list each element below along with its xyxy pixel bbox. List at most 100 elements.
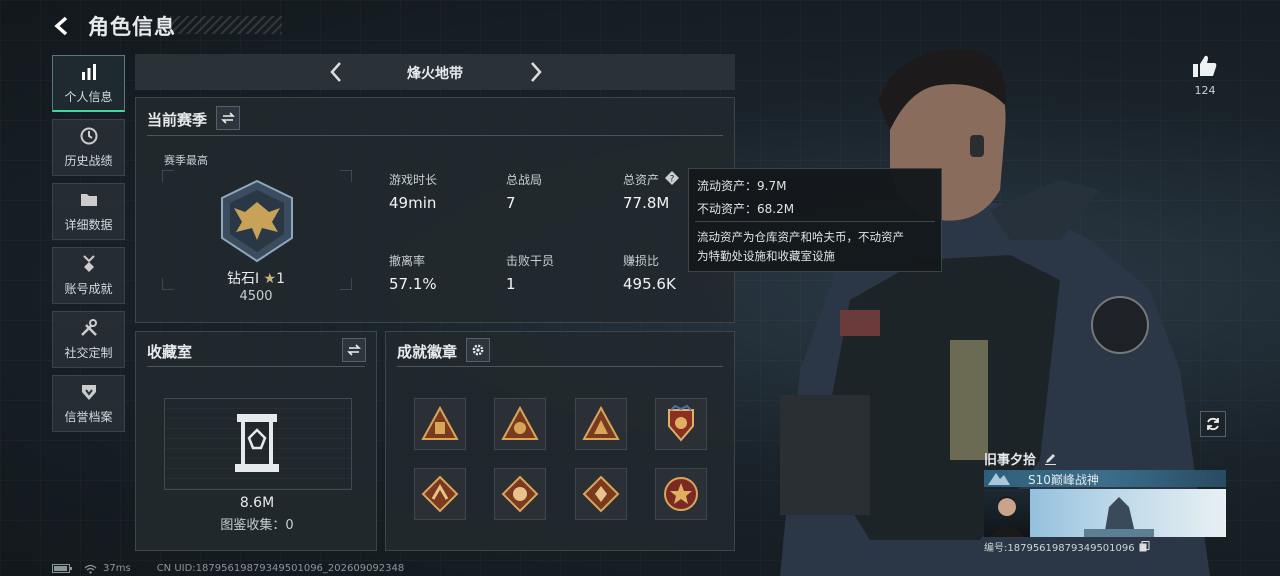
like-count: 124 — [1194, 84, 1216, 97]
nav-label: 详细数据 — [64, 218, 113, 232]
stat-value: 77.8M — [623, 194, 670, 212]
nav-label: 账号成就 — [64, 282, 113, 296]
season-panel: 当前赛季 赛季最高 钻石I ★1 4500 游戏时长 49min 总战局 7 总… — [135, 97, 735, 323]
rank-stars: 1 — [276, 271, 286, 287]
nav-label: 信誉档案 — [64, 410, 113, 424]
collection-panel: 收藏室 8.6M 图鉴收集：0 — [135, 331, 377, 551]
mode-tab-bar: 烽火地带 — [135, 54, 735, 90]
divider — [147, 135, 723, 136]
nav-item-social[interactable]: 社交定制 — [52, 311, 125, 368]
diamond-badge-icon — [582, 475, 620, 513]
diamond-rank-emblem-icon — [221, 179, 293, 263]
stat-value: 495.6K — [623, 275, 676, 293]
stat-label: 击败干员 — [506, 254, 555, 268]
nav-item-credit[interactable]: 信誉档案 — [52, 375, 125, 432]
help-icon[interactable]: ? — [664, 170, 680, 186]
tooltip-fixed: 不动资产：68.2M — [697, 202, 795, 216]
page-title: 角色信息 — [88, 15, 176, 39]
profile-id-row: 编号:18795619879349501096 — [984, 539, 1150, 554]
season-switch-button[interactable] — [216, 106, 240, 130]
namecard-art — [1084, 497, 1154, 537]
tooltip-note-line1: 流动资产为仓库资产和哈夫币，不动资产 — [697, 230, 904, 244]
refresh-icon — [1207, 417, 1219, 431]
stat-value: 7 — [506, 194, 516, 212]
badge-slot[interactable] — [494, 398, 546, 450]
copy-icon[interactable] — [1139, 541, 1150, 552]
swap-icon — [347, 344, 361, 356]
achievements-title: 成就徽章 — [397, 343, 458, 361]
back-button[interactable] — [52, 15, 74, 37]
badge-slot[interactable] — [655, 398, 707, 450]
profile-namecard[interactable] — [984, 489, 1226, 537]
rank-line: 钻石I ★1 — [136, 268, 376, 288]
divider — [147, 366, 365, 367]
clock-icon — [80, 127, 97, 145]
ping-text: 37ms — [103, 563, 131, 574]
shield-icon — [81, 385, 96, 400]
diamond-badge-icon — [421, 475, 459, 513]
collection-value: 8.6M — [239, 495, 275, 511]
svg-text:?: ? — [670, 175, 675, 185]
battery-icon — [52, 564, 72, 573]
triangle-badge-icon — [582, 405, 620, 440]
season-best-label: 赛季最高 — [164, 154, 208, 167]
mode-name: 烽火地带 — [407, 66, 463, 82]
season-title: 当前赛季 — [147, 111, 208, 129]
stat-value: 1 — [506, 275, 516, 293]
nav-label: 社交定制 — [64, 346, 113, 360]
side-nav: 个人信息 历史战绩 详细数据 账号成就 社交定制 信誉档案 — [52, 55, 125, 439]
stat-label: 游戏时长 — [389, 173, 438, 187]
badge-slot[interactable] — [494, 468, 546, 520]
swap-icon — [221, 112, 235, 124]
badge-slot[interactable] — [414, 468, 466, 520]
badge-slot[interactable] — [414, 398, 466, 450]
wifi-icon — [84, 564, 97, 574]
next-mode-arrow-icon[interactable] — [523, 60, 547, 84]
nav-item-history[interactable]: 历史战绩 — [52, 119, 125, 176]
player-name: 旧事夕拾 — [984, 453, 1037, 468]
badge-slot[interactable] — [655, 468, 707, 520]
shield-badge-icon — [668, 404, 694, 442]
nav-item-achievements[interactable]: 账号成就 — [52, 247, 125, 304]
uid-text: CN UID:18795619879349501096_202609092348 — [156, 563, 405, 574]
collection-title: 收藏室 — [147, 343, 193, 361]
player-title-banner: S10巅峰战神 — [984, 470, 1226, 487]
stat-label: 总战局 — [506, 173, 543, 187]
page-header: 角色信息 — [52, 10, 176, 42]
gear-icon — [472, 344, 484, 356]
badge-slot[interactable] — [575, 398, 627, 450]
stat-label: 总资产 — [623, 173, 660, 187]
divider — [397, 366, 723, 367]
tooltip-liquid: 流动资产：9.7M — [697, 179, 787, 193]
thumbs-up-icon — [1193, 55, 1217, 77]
asset-tooltip: 流动资产：9.7M 不动资产：68.2M 流动资产为仓库资产和哈夫币，不动资产 … — [688, 168, 942, 272]
title-emblem-icon — [988, 473, 1010, 485]
tools-icon — [80, 319, 97, 336]
rank-points: 4500 — [239, 289, 273, 304]
triangle-badge-icon — [421, 405, 459, 440]
achievements-settings-button[interactable] — [466, 338, 490, 362]
triangle-badge-icon — [501, 405, 539, 440]
nav-label: 个人信息 — [64, 89, 113, 104]
avatar — [984, 489, 1030, 537]
tooltip-note-line2: 为特勤处设施和收藏室设施 — [697, 249, 835, 263]
status-footer: 37ms CN UID:18795619879349501096_2026090… — [52, 563, 404, 574]
rank-name: 钻石I — [226, 271, 260, 287]
refresh-button[interactable] — [1200, 411, 1226, 437]
star-icon: ★ — [263, 271, 277, 287]
edit-pencil-icon[interactable] — [1044, 452, 1057, 465]
player-id: 编号:18795619879349501096 — [984, 543, 1135, 554]
nav-label: 历史战绩 — [64, 154, 113, 168]
like-widget[interactable]: 124 — [1188, 54, 1222, 97]
nav-item-profile[interactable]: 个人信息 — [52, 55, 125, 112]
star-medal-badge-icon — [664, 477, 698, 511]
medal-icon — [82, 255, 95, 272]
collection-catalog: 图鉴收集：0 — [220, 518, 294, 533]
badge-slot[interactable] — [575, 468, 627, 520]
folder-icon — [80, 194, 97, 206]
bar-chart-icon — [81, 63, 96, 80]
display-case-icon — [235, 414, 279, 472]
collection-switch-button[interactable] — [342, 338, 366, 362]
nav-item-details[interactable]: 详细数据 — [52, 183, 125, 240]
tooltip-divider — [695, 221, 935, 222]
